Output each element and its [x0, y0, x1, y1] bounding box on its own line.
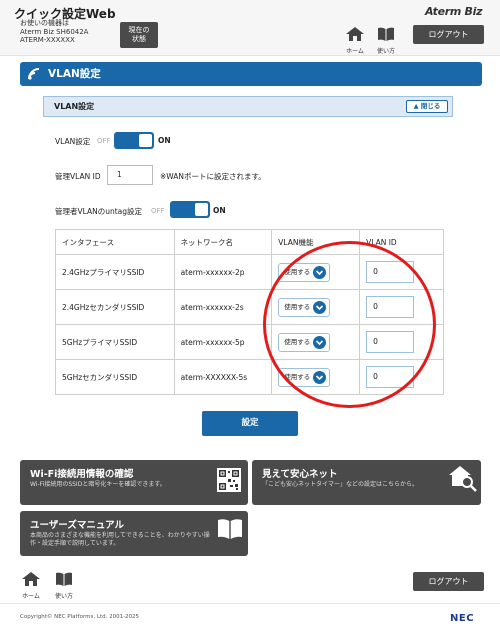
chevron-down-icon: [313, 300, 327, 314]
wifi-card-desc: Wi-Fi接続用のSSIDと暗号化キーを確認できます。: [30, 481, 166, 488]
table-header-row: インタフェース ネットワーク名 VLAN機能 VLAN ID: [55, 229, 444, 255]
select-value: 使用する: [284, 372, 311, 381]
col-header-vlan-func: VLAN機能: [271, 229, 361, 255]
home-label: ホーム: [346, 48, 364, 55]
vlan-func-select[interactable]: 使用する: [278, 367, 331, 387]
qr-code-icon: [217, 468, 241, 492]
untag-off-text: OFF: [151, 207, 165, 215]
footer-logout-button[interactable]: ログアウト: [413, 572, 484, 591]
col-header-vlan-id: VLAN ID: [359, 229, 444, 255]
nec-logo: NEC: [450, 613, 475, 624]
book-icon: [56, 572, 72, 586]
chevron-down-icon: [313, 370, 327, 384]
interface-cell: 5GHzプライマリSSID: [55, 324, 175, 360]
collapse-label: 閉じる: [420, 102, 441, 110]
col-header-network: ネットワーク名: [173, 229, 273, 255]
manual-card-desc: 本商品のさまざまな機能を利用してできることを、わかりやすい操 作・設定手順で説明…: [30, 532, 210, 548]
interface-cell: 5GHzセカンダリSSID: [55, 359, 175, 395]
footer-manual-label: 使い方: [54, 593, 73, 600]
chevron-down-icon: [313, 265, 327, 279]
vlan-table: インタフェース ネットワーク名 VLAN機能 VLAN ID 2.4GHzプライ…: [55, 229, 444, 395]
section-header: VLAN設定 ▲ 閉じる: [43, 96, 453, 117]
chevron-down-icon: [313, 335, 327, 349]
footer-divider: [0, 603, 500, 604]
table-row: 5GHzプライマリSSID aterm-xxxxxx-5p 使用する 0: [55, 324, 444, 360]
untag-toggle[interactable]: [170, 201, 210, 218]
interface-cell: 2.4GHzセカンダリSSID: [55, 289, 175, 325]
wifi-card-title: Wi-Fi接続用情報の確認: [30, 469, 134, 480]
footer-manual-nav[interactable]: 使い方: [50, 571, 78, 600]
vlan-setting-on-text: ON: [158, 136, 171, 145]
vlan-setting-off-text: OFF: [97, 137, 111, 145]
network-cell: aterm-XXXXXX-5s: [173, 359, 273, 395]
manual-card[interactable]: ユーザーズマニュアル 本商品のさまざまな機能を利用してできることを、わかりやすい…: [20, 511, 248, 556]
copyright: Copyright© NEC Platforms, Ltd. 2001-2025: [20, 614, 140, 620]
vlan-id-input[interactable]: 0: [366, 366, 415, 388]
current-status-button[interactable]: 現在の 状態: [120, 22, 158, 48]
page-title-bar: VLAN設定: [20, 62, 482, 86]
network-cell: aterm-xxxxxx-5p: [173, 324, 273, 360]
safety-card-desc: 「こども安心ネットタイマー」などの設定はこちらから。: [262, 481, 419, 488]
set-button[interactable]: 設定: [202, 411, 298, 436]
safety-card-title: 見えて安心ネット: [262, 469, 338, 480]
house-search-icon: [449, 466, 477, 492]
interface-cell: 2.4GHzプライマリSSID: [55, 254, 175, 290]
mgmt-vlan-id-input[interactable]: 1: [107, 165, 153, 185]
manual-desc-line1: 本商品のさまざまな機能を利用してできることを、わかりやすい操: [30, 532, 210, 539]
footer-home-nav[interactable]: ホーム: [17, 571, 45, 600]
device-name: ATERM-XXXXXX: [20, 36, 75, 45]
select-value: 使用する: [284, 267, 311, 276]
home-icon: [346, 27, 364, 41]
logout-button[interactable]: ログアウト: [413, 25, 484, 44]
device-info: お使いの機器は Aterm Biz SH6042A ATERM-XXXXXX: [20, 19, 88, 45]
book-icon: [218, 519, 242, 539]
device-model: Aterm Biz SH6042A: [20, 27, 89, 36]
mgmt-vlan-label: 管理VLAN ID: [55, 172, 101, 181]
page-title: VLAN設定: [48, 68, 101, 80]
footer-home-label: ホーム: [22, 593, 40, 600]
vlan-setting-label: VLAN設定: [55, 137, 91, 146]
manual-card-title: ユーザーズマニュアル: [30, 520, 125, 531]
vlan-id-input[interactable]: 0: [366, 331, 415, 353]
safety-net-card[interactable]: 見えて安心ネット 「こども安心ネットタイマー」などの設定はこちらから。: [252, 460, 481, 505]
untag-on-text: ON: [213, 206, 226, 215]
vlan-id-input[interactable]: 0: [366, 261, 415, 283]
network-cell: aterm-xxxxxx-2s: [173, 289, 273, 325]
home-icon: [22, 572, 40, 586]
vlan-id-input[interactable]: 0: [366, 296, 415, 318]
manual-desc-line2: 作・設定手順で説明しています。: [30, 540, 120, 547]
mgmt-vlan-note: ※WANポートに設定されます。: [160, 172, 266, 181]
wifi-icon: [28, 68, 40, 80]
vlan-func-select[interactable]: 使用する: [278, 297, 331, 317]
vlan-func-select[interactable]: 使用する: [278, 262, 331, 282]
wifi-info-card[interactable]: Wi-Fi接続用情報の確認 Wi-Fi接続用のSSIDと暗号化キーを確認できます…: [20, 460, 248, 505]
collapse-button[interactable]: ▲ 閉じる: [406, 100, 448, 113]
chevron-up-icon: ▲: [413, 102, 419, 110]
home-nav[interactable]: ホーム: [341, 26, 369, 55]
manual-label: 使い方: [376, 48, 395, 55]
book-icon: [378, 27, 394, 41]
select-value: 使用する: [284, 302, 311, 311]
vlan-func-select[interactable]: 使用する: [278, 332, 331, 352]
col-header-interface: インタフェース: [55, 229, 175, 255]
brand-logo: Aterm Biz: [425, 5, 483, 18]
table-row: 2.4GHzセカンダリSSID aterm-xxxxxx-2s 使用する 0: [55, 289, 444, 325]
header: クイック設定Web お使いの機器は Aterm Biz SH6042A ATER…: [0, 0, 500, 56]
section-title: VLAN設定: [54, 102, 95, 111]
untag-label: 管理者VLANのuntag設定: [55, 207, 143, 216]
network-cell: aterm-xxxxxx-2p: [173, 254, 273, 290]
device-line-1: お使いの機器は: [20, 19, 69, 27]
table-row: 2.4GHzプライマリSSID aterm-xxxxxx-2p 使用する 0: [55, 254, 444, 290]
vlan-setting-toggle[interactable]: [114, 132, 154, 149]
select-value: 使用する: [284, 337, 311, 346]
table-row: 5GHzセカンダリSSID aterm-XXXXXX-5s 使用する 0: [55, 359, 444, 395]
manual-nav[interactable]: 使い方: [372, 26, 400, 55]
